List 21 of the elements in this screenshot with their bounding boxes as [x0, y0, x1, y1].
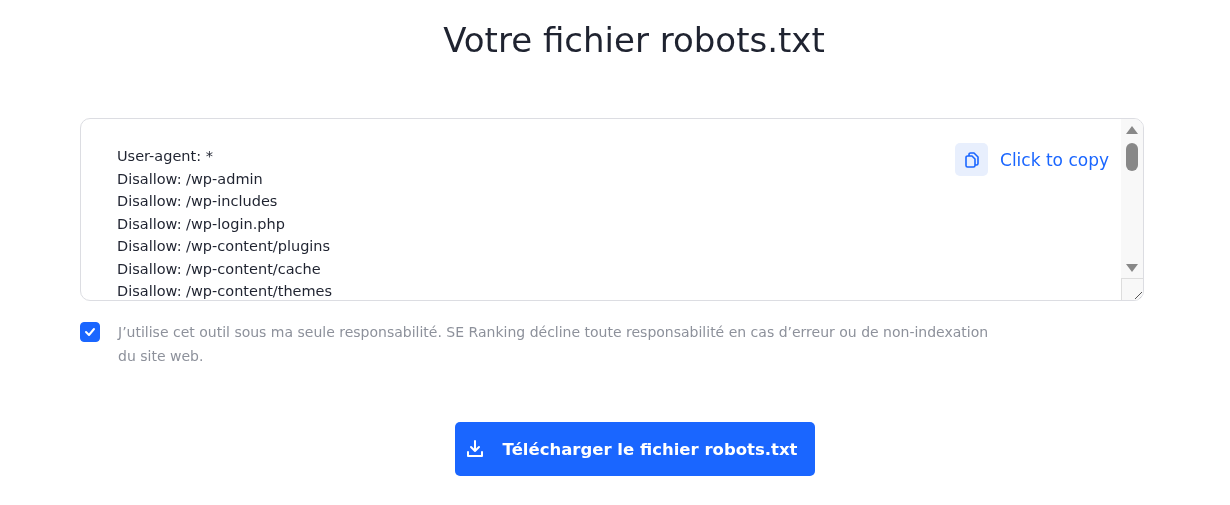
disclaimer-text: J’utilise cet outil sous ma seule responsabilité. SE Ranking décline toute responsabilité en cas d’erreur ou de non-indexation du site web. [118, 323, 990, 366]
scrollbar[interactable] [1121, 119, 1143, 300]
scroll-thumb[interactable] [1126, 143, 1138, 171]
code-line: Disallow: /wp-includes [117, 192, 278, 211]
code-line: Disallow: /wp-content/cache [117, 259, 321, 279]
checkmark-icon [84, 327, 96, 337]
code-editor[interactable]: User-agent: * Disallow: /wp-admin Disallow: /wp-includes Disallow: /wp-login.php Disallow: /wp-content/plugins Disallow: /wp-content/cache Disallow: /wp-content/themes Click to copy [80, 118, 1144, 301]
code-line: Disallow: /wp-content/themes [117, 282, 333, 300]
code-line: Disallow: /wp-login.php [117, 214, 285, 234]
resize-handle[interactable] [1121, 278, 1143, 300]
download-icon [464, 439, 485, 459]
code-line: Disallow: /wp-content/plugins [117, 237, 331, 256]
copy-button[interactable]: Click to copy [955, 143, 1109, 176]
code-line: User-agent: * [117, 147, 213, 166]
scroll-up-icon[interactable] [1125, 125, 1139, 135]
page-title: Votre fichier robots.txt [442, 19, 826, 62]
download-button[interactable]: Télécharger le fichier robots.txt [455, 422, 815, 476]
checkbox[interactable] [80, 322, 100, 342]
copy-icon [955, 143, 988, 176]
scroll-down-icon[interactable] [1125, 263, 1139, 273]
code-line: Disallow: /wp-admin [117, 169, 263, 189]
